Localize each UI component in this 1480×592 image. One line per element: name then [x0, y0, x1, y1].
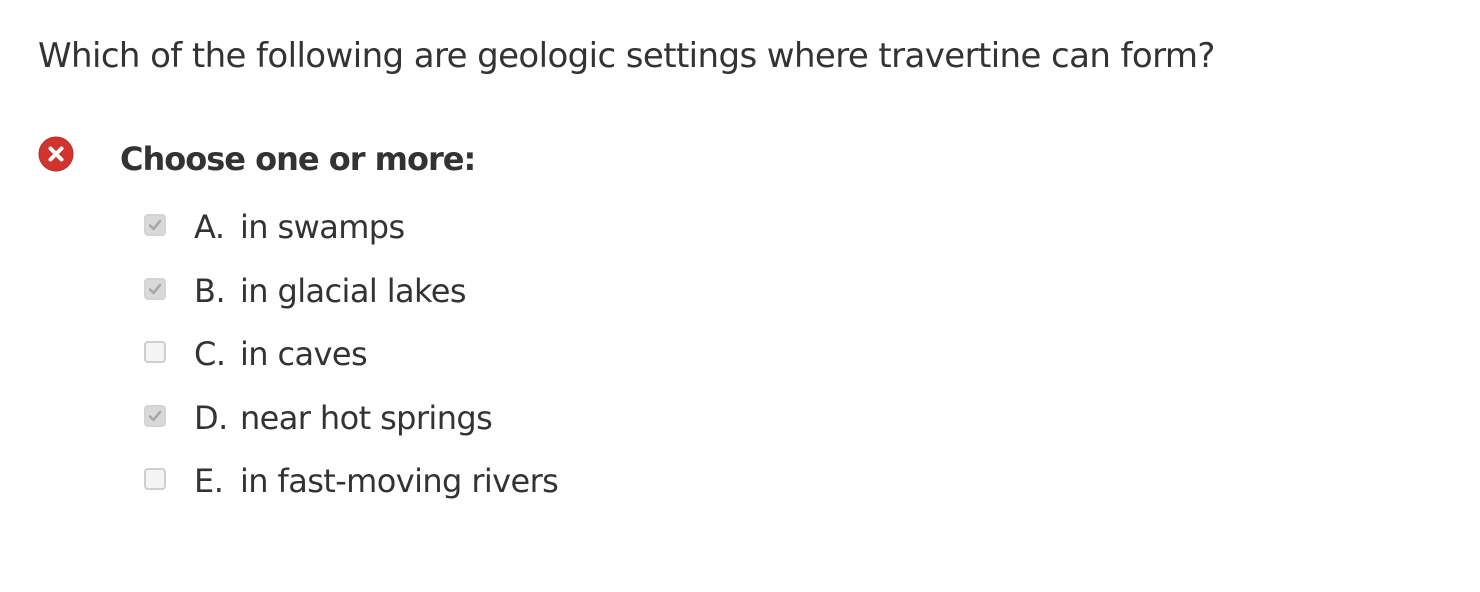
option-e[interactable]: E. in fast-moving rivers [144, 459, 559, 523]
option-c[interactable]: C. in caves [144, 332, 558, 396]
option-label: in glacial lakes [240, 271, 467, 310]
option-letter: C. [194, 335, 226, 373]
option-label: in fast-moving rivers [240, 462, 559, 500]
checkmark-icon [148, 219, 162, 231]
checkbox-checked[interactable] [144, 214, 166, 236]
checkbox-unchecked[interactable] [144, 468, 166, 490]
option-label: near hot springs [240, 398, 493, 437]
checkbox-checked[interactable] [144, 404, 166, 427]
option-b[interactable]: B. in glacial lakes [144, 269, 558, 333]
option-letter: E. [194, 462, 224, 500]
checkmark-icon [148, 410, 162, 421]
question-text: Which of the following are geologic sett… [38, 36, 1215, 76]
option-a[interactable]: A. in swamps [144, 205, 558, 269]
option-letter: D. [194, 398, 228, 437]
option-label: in caves [240, 335, 368, 373]
option-d[interactable]: D. near hot springs [144, 396, 558, 460]
checkmark-icon [148, 283, 162, 294]
option-letter: A. [194, 208, 225, 246]
choose-prompt: Choose one or more: [120, 140, 476, 178]
checkbox-unchecked[interactable] [144, 341, 166, 363]
option-label: in swamps [240, 208, 405, 246]
incorrect-x-icon [38, 136, 74, 172]
option-letter: B. [194, 271, 226, 310]
answer-options: A. in swamps B. in glacial lakes C. in c… [144, 205, 559, 523]
checkbox-checked[interactable] [144, 277, 166, 300]
